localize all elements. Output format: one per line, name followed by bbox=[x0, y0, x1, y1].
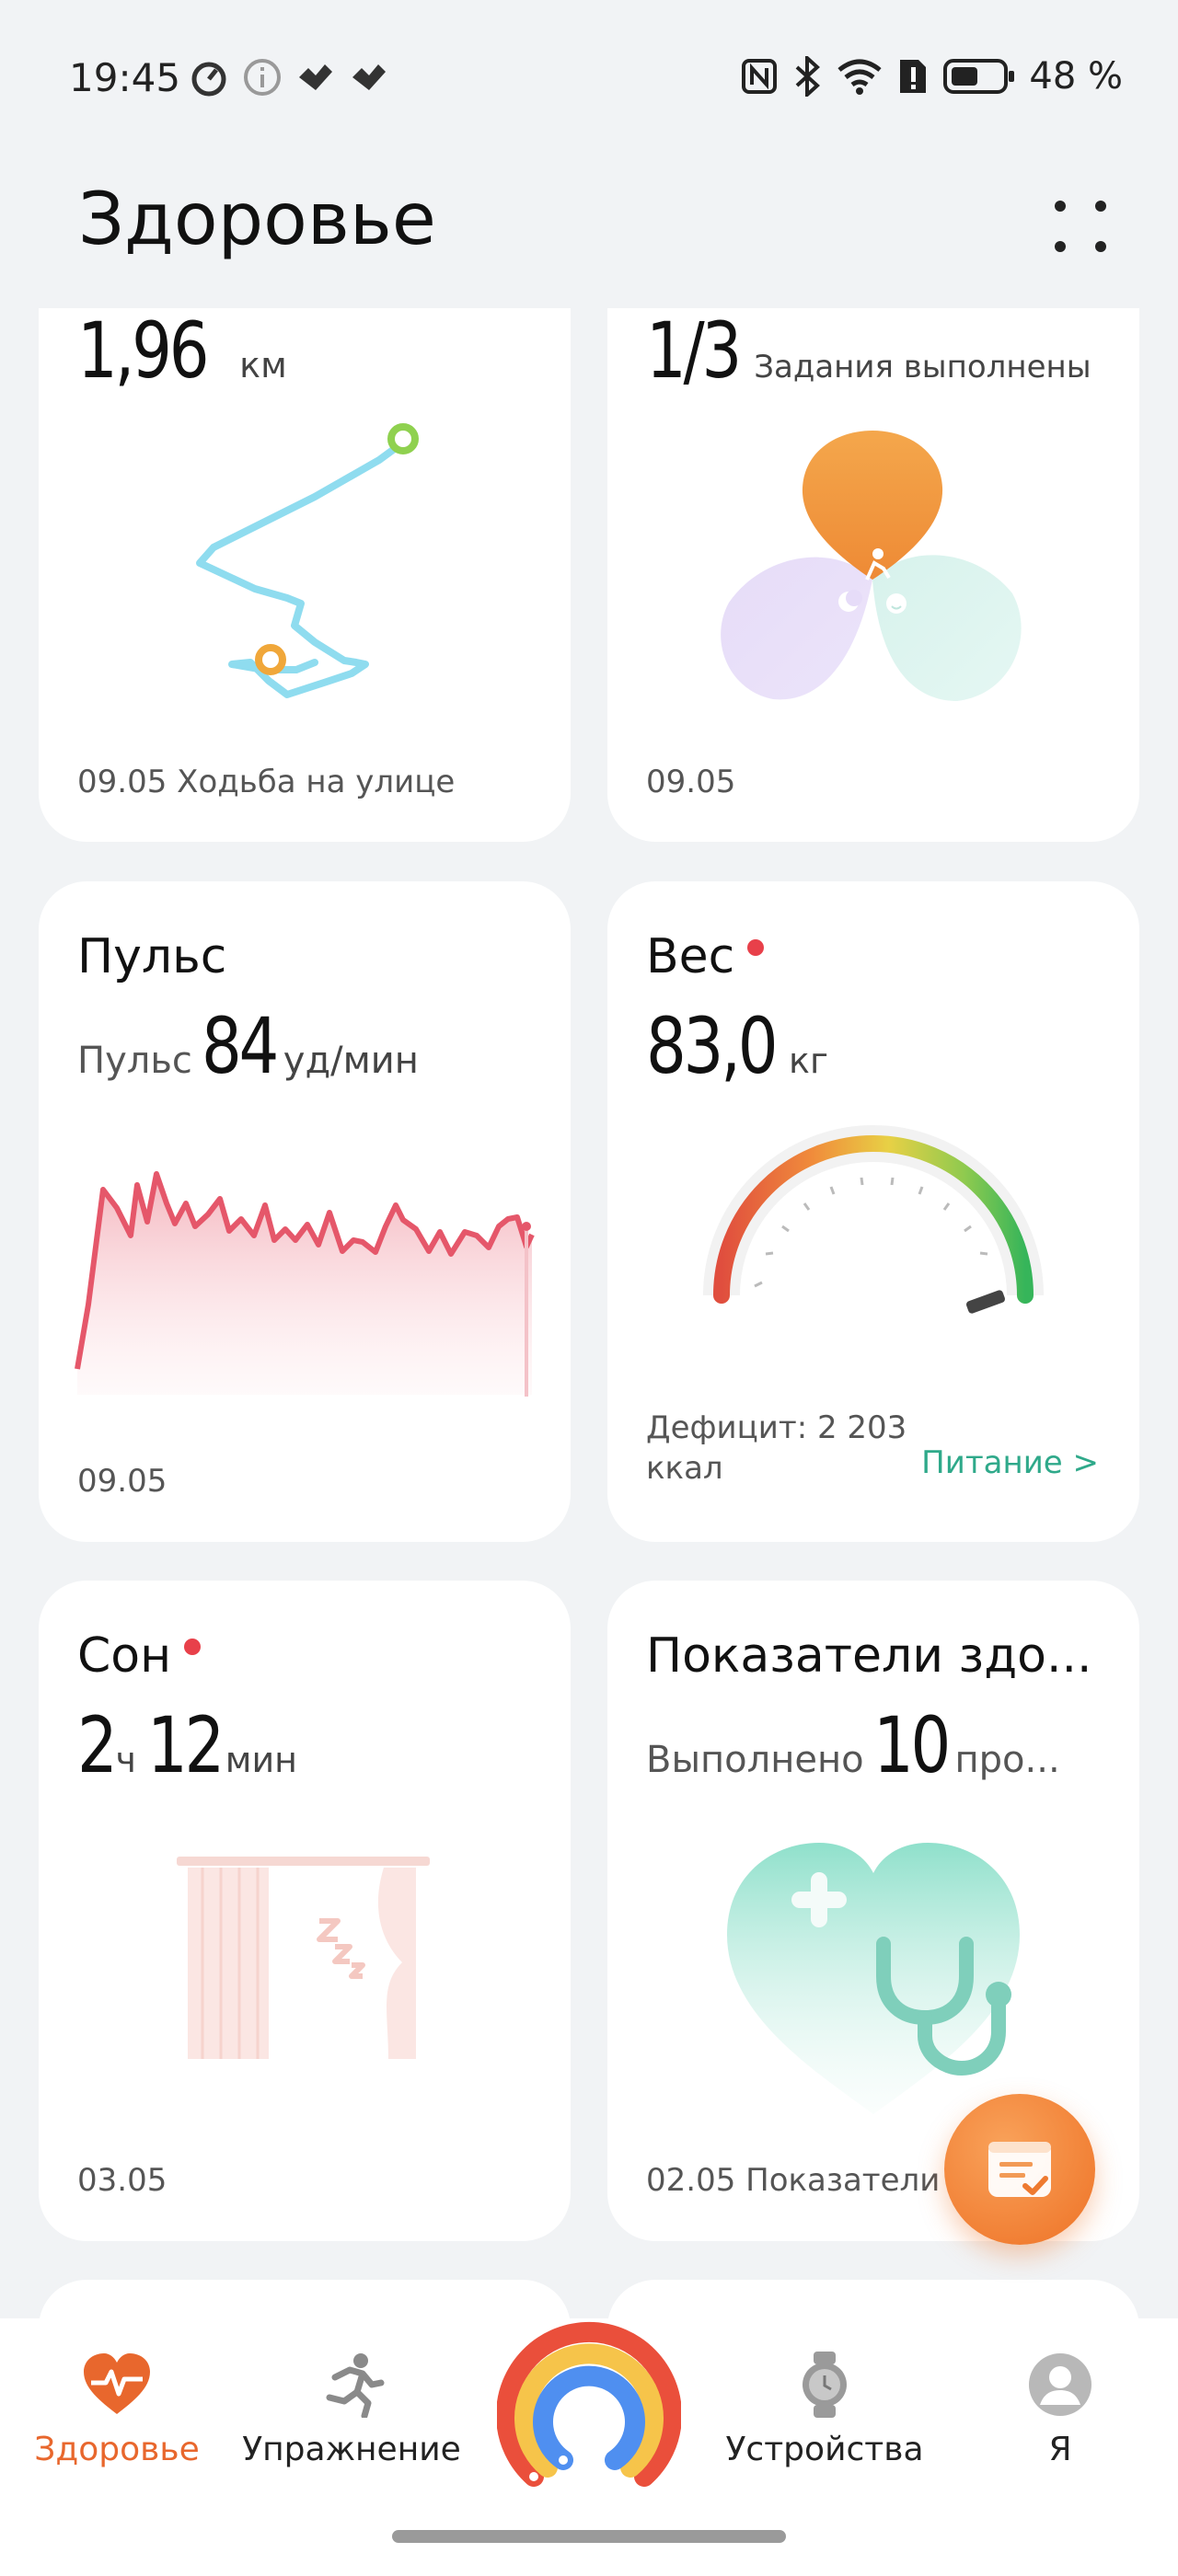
bottom-tab-bar: Здоровье Упражнение Устройства Я bbox=[0, 2318, 1178, 2502]
more-options-button[interactable] bbox=[1047, 193, 1114, 259]
battery-percent: 48 % bbox=[1029, 55, 1123, 98]
tab-devices-label: Устройства bbox=[725, 2431, 924, 2468]
mood-petal bbox=[872, 555, 1022, 701]
watch-icon bbox=[803, 2352, 847, 2418]
status-time: 19:45 bbox=[69, 55, 181, 100]
status-notification-icons bbox=[189, 57, 389, 98]
tab-health-label: Здоровье bbox=[34, 2431, 200, 2468]
tab-devices[interactable]: Устройства bbox=[714, 2352, 935, 2468]
walk-date: 09.05 bbox=[77, 764, 167, 800]
health-app-icon-2 bbox=[352, 64, 386, 90]
activity-rings-icon bbox=[496, 2322, 682, 2487]
bluetooth-icon bbox=[796, 56, 821, 97]
status-system-icons: 48 % bbox=[740, 55, 1123, 98]
tab-health[interactable]: Здоровье bbox=[6, 2352, 227, 2468]
sleep-date: 03.05 bbox=[77, 2162, 167, 2199]
sleep-illustration bbox=[177, 1857, 430, 2059]
three-rings-flower bbox=[721, 431, 1022, 701]
tasks-card[interactable]: 1/3 Задания выполнены 09.05 bbox=[607, 230, 1139, 842]
health-app-icon bbox=[299, 64, 332, 90]
avatar-icon bbox=[1029, 2353, 1091, 2416]
tab-exercise-label: Упражнение bbox=[242, 2431, 461, 2468]
battery-icon bbox=[943, 59, 1015, 94]
smile-icon bbox=[886, 593, 907, 614]
home-indicator[interactable] bbox=[392, 2530, 786, 2543]
route-map bbox=[196, 423, 419, 698]
running-person-icon bbox=[326, 2353, 385, 2418]
nfc-icon bbox=[742, 59, 778, 94]
records-fab-button[interactable] bbox=[944, 2094, 1095, 2245]
info-icon bbox=[244, 59, 281, 96]
weight-deficit-line1: Дефицит: 2 203 bbox=[646, 1409, 907, 1446]
pulse-now-dot bbox=[522, 1222, 531, 1231]
pulse-chart bbox=[75, 1171, 535, 1397]
weight-deficit-line2: ккал bbox=[646, 1450, 723, 1487]
tasks-date: 09.05 bbox=[646, 764, 736, 800]
notes-check-icon bbox=[988, 2142, 1051, 2197]
zzz-icon bbox=[317, 1918, 365, 1979]
health-footer: 02.05 Показатели з bbox=[646, 2162, 967, 2199]
route-start-marker bbox=[255, 644, 286, 675]
walk-activity: Ходьба на улице bbox=[177, 764, 456, 800]
sim-alert-icon bbox=[900, 60, 927, 93]
wifi-icon bbox=[837, 59, 882, 95]
tab-me-label: Я bbox=[1048, 2431, 1072, 2468]
heart-pulse-icon bbox=[84, 2353, 150, 2414]
tab-me[interactable]: Я bbox=[950, 2352, 1171, 2468]
app-header: Здоровье bbox=[0, 156, 1178, 308]
gauge-needle bbox=[965, 1290, 1006, 1314]
page-title: Здоровье bbox=[78, 178, 436, 261]
sleep-petal bbox=[721, 557, 872, 700]
gauge-track bbox=[703, 1125, 1044, 1296]
activity-rings-button[interactable] bbox=[496, 2320, 682, 2504]
walk-card[interactable]: 1,96 км 09.05 Ходьба на улице bbox=[39, 230, 571, 842]
pulse-date: 09.05 bbox=[77, 1463, 167, 1500]
speedometer-icon bbox=[191, 62, 226, 97]
weight-deficit: Дефицит: 2 203 ккал bbox=[646, 1408, 907, 1489]
right-curtain bbox=[377, 1868, 416, 2059]
nutrition-link[interactable]: Питание > bbox=[921, 1444, 1099, 1481]
sleep-card[interactable]: Сон 2 ч 12 мин 03.05 bbox=[39, 1581, 571, 2241]
heart-shape bbox=[727, 1843, 1020, 2114]
pulse-card[interactable]: Пульс Пульс 84 уд/мин 09.05 bbox=[39, 881, 571, 1542]
four-dots-icon bbox=[1055, 201, 1106, 252]
weight-card[interactable]: Вес 83,0 кг Дефицит: 2 203 ккал Питание … bbox=[607, 881, 1139, 1542]
tab-exercise[interactable]: Упражнение bbox=[241, 2352, 462, 2468]
route-end-marker bbox=[387, 423, 419, 454]
status-bar: 19:45 48 % bbox=[0, 0, 1178, 156]
